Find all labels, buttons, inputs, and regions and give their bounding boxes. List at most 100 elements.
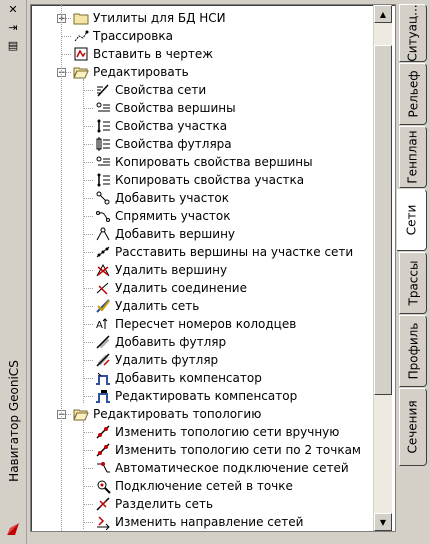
tree-item-label: Копировать свойства вершины (115, 155, 313, 169)
tree-connector (83, 306, 93, 307)
add-compensator-icon (95, 370, 111, 386)
tree-item-label: Свойства сети (115, 83, 207, 97)
tree-item[interactable]: Добавить вершину (95, 225, 235, 243)
tree-connector (61, 54, 71, 55)
delete-case-icon (95, 352, 111, 368)
tree-item[interactable]: Редактировать компенсатор (95, 387, 297, 405)
tree-item[interactable]: Добавить участок (95, 189, 229, 207)
tree-connector (83, 180, 93, 181)
tree-connector (83, 288, 93, 289)
renumber-wells-icon: А (95, 316, 111, 332)
tree-connector (83, 504, 93, 505)
tree-connector (83, 360, 93, 361)
tree-item-label: Удалить футляр (115, 353, 219, 367)
scroll-down-button[interactable]: ▼ (374, 513, 392, 531)
tree-item[interactable]: Автоматическое подключение сетей (95, 459, 349, 477)
folder-open-icon (73, 64, 89, 80)
tree-item-label: Подключение сетей в точке (115, 479, 293, 493)
tree-item[interactable]: Удалить соединение (95, 279, 247, 297)
tree-item-label: Свойства футляра (115, 137, 232, 151)
tree-connector (83, 378, 93, 379)
tab-7[interactable]: Сечения (399, 388, 427, 466)
tree-item[interactable]: Разделить сеть (95, 495, 213, 513)
copy-vertex-properties-icon (95, 154, 111, 170)
tab-1[interactable]: Ситуац... (399, 4, 427, 62)
tree-item[interactable]: Удалить футляр (95, 351, 218, 369)
delete-vertex-icon (95, 262, 111, 278)
case-properties-icon (95, 136, 111, 152)
tab-label: Профиль (406, 322, 421, 380)
tree-item[interactable]: Добавить компенсатор (95, 369, 262, 387)
autohide-icon[interactable]: ⇥ (6, 22, 20, 34)
tree-item[interactable]: Удалить сеть (95, 297, 199, 315)
tree-item[interactable]: Копировать свойства вершины (95, 153, 313, 171)
tree-item[interactable]: Спрямить участок (95, 207, 231, 225)
tree-item-label: Изменить топологию сети вручную (115, 425, 340, 439)
tab-label: Рельеф (406, 70, 421, 118)
tree-item[interactable]: Редактировать (73, 63, 189, 81)
tab-2[interactable]: Рельеф (399, 63, 427, 125)
tree-item[interactable]: Утилиты для БД НСИ (73, 9, 226, 27)
tab-label: Сечения (406, 400, 421, 454)
delete-network-icon (95, 298, 111, 314)
close-icon[interactable]: ✕ (6, 4, 20, 16)
tree-item[interactable]: Свойства вершины (95, 99, 236, 117)
tree-item[interactable]: Удалить вершину (95, 261, 227, 279)
scroll-thumb[interactable] (374, 45, 392, 395)
copy-segment-properties-icon (95, 172, 111, 188)
tree-item[interactable]: Расставить вершины на участке сети (95, 243, 353, 261)
tree-connector (61, 36, 71, 37)
tree-item[interactable]: Изменить топологию сети вручную (95, 423, 339, 441)
tab-6[interactable]: Профиль (399, 315, 427, 387)
vertical-scrollbar[interactable]: ▲ ▼ (373, 5, 392, 531)
tree-item-label: Добавить компенсатор (115, 371, 262, 385)
tree-connector (83, 324, 93, 325)
tree-item[interactable]: Изменить направление сетей (95, 513, 303, 531)
scroll-up-button[interactable]: ▲ (374, 5, 392, 23)
tree-item[interactable]: А Пересчет номеров колодцев (95, 315, 296, 333)
command-tree[interactable]: Утилиты для БД НСИ + Трассировка Вставить в… (31, 5, 373, 531)
vertical-tabs: Ситуац... Рельеф Генплан Сети Трассы Профиль С… (397, 4, 429, 520)
tree-item[interactable]: Трассировка (73, 27, 173, 45)
tree-item-label: Добавить участок (115, 191, 229, 205)
tree-item[interactable]: Свойства участка (95, 117, 227, 135)
window-title: Навигатор GeoniCS (7, 360, 22, 482)
tree-item[interactable]: Свойства сети (95, 81, 206, 99)
network-properties-icon (95, 82, 111, 98)
tab-label: Генплан (406, 130, 421, 184)
properties-icon[interactable]: ▤ (6, 40, 20, 52)
tree-item-label: Спрямить участок (115, 209, 231, 223)
tree-item[interactable]: Копировать свойства участка (95, 171, 304, 189)
tree-item-label: Трассировка (93, 29, 173, 43)
change-direction-icon (95, 514, 111, 530)
tree-item[interactable]: Изменить топологию сети по 2 точкам (95, 441, 361, 459)
tree-connector (83, 162, 93, 163)
tree-item[interactable]: Вставить в чертеж (73, 45, 213, 63)
tree-item-label: Утилиты для БД НСИ (93, 11, 226, 25)
tab-3[interactable]: Генплан (399, 126, 427, 188)
topology-manual-icon (95, 424, 111, 440)
tree-item[interactable]: Редактировать топологию (73, 405, 261, 423)
tree-item-label: Копировать свойства участка (115, 173, 305, 187)
trace-icon (73, 28, 89, 44)
tree-item-label: Удалить соединение (115, 281, 247, 295)
tree-connector (83, 252, 93, 253)
tab-5[interactable]: Трассы (399, 252, 427, 314)
tree-item[interactable]: Свойства футляра (95, 135, 232, 153)
folder-closed-icon (73, 10, 89, 26)
tree-item-label: Пересчет номеров колодцев (115, 317, 297, 331)
segment-properties-icon (95, 118, 111, 134)
tree-connector (83, 432, 93, 433)
tab-4[interactable]: Сети (397, 189, 427, 251)
tree-item-label: Изменить направление сетей (115, 515, 304, 529)
tree-item-label: Редактировать (93, 65, 189, 79)
tree-item[interactable]: Подключение сетей в точке (95, 477, 293, 495)
tree-item-label: Редактировать компенсатор (115, 389, 298, 403)
tree-connector (83, 90, 93, 91)
window-titlebar: ✕ ⇥ ▤ Навигатор GeoniCS (0, 0, 27, 544)
tree-item-label: Разделить сеть (115, 497, 214, 511)
tree-connector (83, 522, 93, 523)
delete-connection-icon (95, 280, 111, 296)
tree-item[interactable]: Добавить футляр (95, 333, 226, 351)
tree-item-label: Расставить вершины на участке сети (115, 245, 354, 259)
